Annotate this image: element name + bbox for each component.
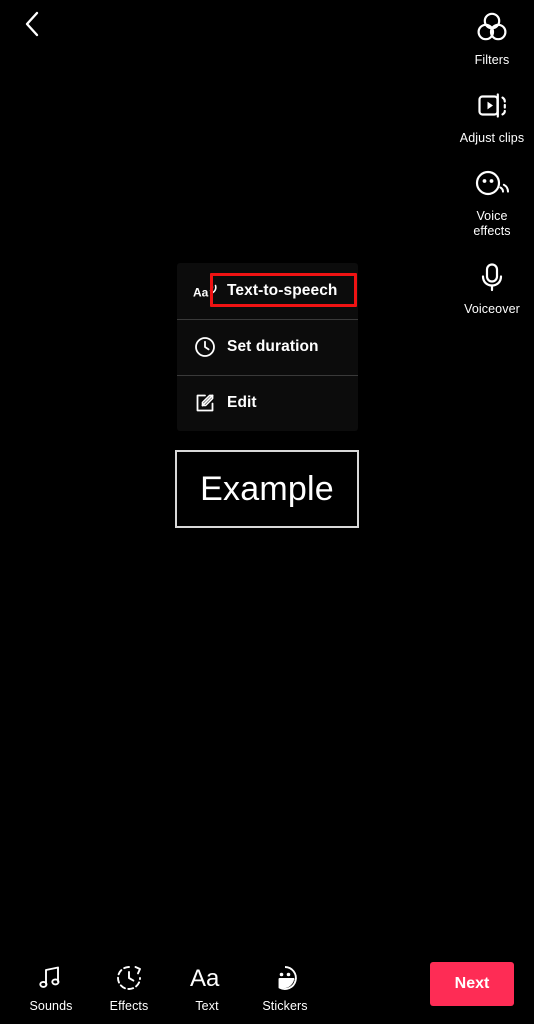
rail-label-voiceover: Voiceover [464,302,520,316]
rail-item-filters[interactable]: Filters [450,6,534,68]
bottom-tool-list: Sounds Effects Aa Text Stickers [0,961,324,1013]
rail-label-adjust-clips: Adjust clips [459,131,525,145]
rail-label-voice-line2: effects [473,224,511,238]
menu-item-text-to-speech[interactable]: Aa Text-to-speech [177,263,358,319]
tool-label-text: Text [195,999,219,1013]
menu-label-set-duration: Set duration [227,338,319,355]
tool-label-effects: Effects [109,999,149,1013]
right-toolbar: Filters Adjust clips Voice effects Voice… [450,0,534,333]
tool-label-sounds: Sounds [29,999,73,1013]
filters-icon [472,6,512,50]
menu-label-edit: Edit [227,394,257,411]
bottom-toolbar: Sounds Effects Aa Text Stickers Next [0,950,534,1024]
effects-clock-icon [114,961,144,995]
menu-item-edit[interactable]: Edit [177,375,358,431]
clock-icon [193,335,217,359]
edit-pencil-icon [193,391,217,415]
video-editor-screen: Filters Adjust clips Voice effects Voice… [0,0,534,1024]
chevron-left-icon [22,10,42,43]
microphone-icon [472,255,512,299]
text-aa-icon: Aa [190,961,224,995]
next-button[interactable]: Next [430,962,514,1006]
text-overlay-value: Example [200,469,334,508]
sticker-face-icon [270,961,300,995]
back-button[interactable] [10,4,54,48]
tool-item-stickers[interactable]: Stickers [246,961,324,1013]
text-context-menu: Aa Text-to-speech Set duration Edit [177,263,358,431]
rail-item-adjust-clips[interactable]: Adjust clips [450,84,534,146]
tool-item-effects[interactable]: Effects [90,961,168,1013]
menu-item-set-duration[interactable]: Set duration [177,319,358,375]
menu-label-text-to-speech: Text-to-speech [227,282,338,299]
voice-effects-icon [470,162,514,206]
rail-item-voice-effects[interactable]: Voice effects [450,162,534,239]
rail-item-voiceover[interactable]: Voiceover [450,255,534,317]
adjust-clips-icon [472,84,512,128]
tool-label-stickers: Stickers [262,999,308,1013]
rail-label-voice-line1: Voice [476,209,508,223]
text-overlay-example[interactable]: Example [175,450,359,528]
tool-item-text[interactable]: Aa Text [168,961,246,1013]
tool-item-sounds[interactable]: Sounds [12,961,90,1013]
svg-text:Aa: Aa [193,286,209,300]
svg-text:Aa: Aa [190,965,220,992]
text-to-speech-icon: Aa [193,279,217,303]
rail-label-voice-effects: Voice effects [473,209,510,239]
rail-label-filters: Filters [474,53,510,67]
music-note-icon [36,961,66,995]
